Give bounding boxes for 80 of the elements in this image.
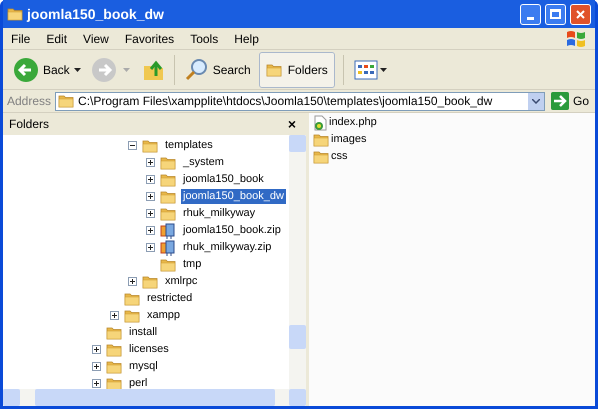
- menu-item[interactable]: Favorites: [124, 30, 174, 48]
- tree-item[interactable]: xampp: [145, 308, 182, 323]
- archive-icon: [160, 222, 176, 238]
- chevron-down-icon: [532, 98, 540, 104]
- folder-icon: [124, 292, 140, 306]
- expand-toggle[interactable]: [110, 311, 119, 320]
- go-button[interactable]: Go: [548, 92, 591, 110]
- folder-icon: [106, 326, 122, 340]
- search-button[interactable]: Search: [182, 52, 253, 86]
- expand-toggle[interactable]: [146, 158, 155, 167]
- caret-icon: [122, 68, 130, 72]
- caret-icon: [74, 68, 81, 72]
- folder-icon: [142, 274, 158, 288]
- tree-item[interactable]: joomla150_book_dw: [181, 189, 286, 204]
- expand-toggle[interactable]: [146, 209, 155, 218]
- folder-icon: [142, 138, 158, 152]
- menu-item[interactable]: Tools: [190, 30, 218, 48]
- folder-icon: [106, 342, 122, 356]
- expand-toggle[interactable]: [92, 362, 101, 371]
- back-button[interactable]: Back: [9, 52, 85, 86]
- tree-item[interactable]: joomla150_book.zip: [181, 223, 283, 238]
- menu-item[interactable]: File: [11, 30, 30, 48]
- expand-toggle[interactable]: [128, 277, 137, 286]
- expand-toggle[interactable]: [146, 226, 155, 235]
- dropdown-button[interactable]: [528, 92, 544, 110]
- close-button[interactable]: [570, 4, 591, 24]
- folder-icon: [160, 172, 176, 186]
- expand-toggle[interactable]: [146, 192, 155, 201]
- tree-item[interactable]: install: [127, 325, 160, 340]
- go-arrow-icon: [550, 92, 569, 110]
- list-entry[interactable]: images: [331, 131, 366, 148]
- expand-toggle[interactable]: [146, 243, 155, 252]
- close-icon: [575, 8, 586, 20]
- archive-icon: [160, 240, 176, 256]
- folders-icon: [266, 62, 282, 76]
- windows-logo-icon: [565, 28, 587, 48]
- tree-item[interactable]: _system: [181, 155, 226, 170]
- folder-icon: [160, 190, 176, 204]
- folder-icon: [160, 156, 176, 170]
- minimize-button[interactable]: [520, 4, 541, 24]
- address-field[interactable]: C:\Program Files\xampplite\htdocs\Joomla150\templates\joomla150_book_dw: [55, 92, 545, 110]
- expand-toggle[interactable]: [92, 379, 101, 388]
- folder-icon: [160, 206, 176, 220]
- tree-item[interactable]: perl: [127, 376, 150, 389]
- menu-item[interactable]: Help: [234, 30, 259, 48]
- collapse-toggle[interactable]: [128, 141, 137, 150]
- maximize-button[interactable]: [545, 4, 566, 24]
- expand-toggle[interactable]: [92, 345, 101, 354]
- expand-toggle[interactable]: [146, 175, 155, 184]
- search-icon: [184, 58, 209, 82]
- close-pane-button[interactable]: ×: [284, 117, 300, 131]
- tree-item[interactable]: licenses: [127, 342, 171, 357]
- menu-item[interactable]: Edit: [46, 30, 68, 48]
- folder-icon: [106, 360, 122, 374]
- folder-icon: [313, 150, 329, 164]
- window-title: joomla150_book_dw: [27, 4, 165, 24]
- tree-item[interactable]: xmlrpc: [163, 274, 200, 289]
- folders-button[interactable]: Folders: [258, 52, 335, 88]
- window-folder-icon: [7, 7, 23, 21]
- tree-item[interactable]: rhuk_milkyway: [181, 206, 258, 221]
- caret-icon: [380, 68, 387, 72]
- folder-icon: [313, 132, 329, 146]
- list-entry[interactable]: index.php: [329, 114, 377, 131]
- folder-icon: [124, 308, 140, 322]
- menu-item[interactable]: View: [83, 30, 109, 48]
- list-entry[interactable]: css: [331, 148, 348, 165]
- folder-icon: [160, 258, 176, 272]
- folder-icon: [106, 376, 122, 389]
- tree-item[interactable]: joomla150_book: [181, 172, 266, 187]
- address-label: Address: [7, 93, 52, 110]
- views-icon: [354, 60, 378, 80]
- tree-item[interactable]: tmp: [181, 257, 204, 272]
- folder-icon: [58, 94, 74, 108]
- tree-item[interactable]: rhuk_milkyway.zip: [181, 240, 274, 255]
- tree-item[interactable]: mysql: [127, 359, 160, 374]
- horizontal-scrollbar[interactable]: [3, 389, 306, 406]
- tree-item[interactable]: templates: [163, 138, 215, 153]
- pane-title: Folders: [9, 116, 50, 133]
- tree-item[interactable]: restricted: [145, 291, 194, 306]
- vertical-scrollbar[interactable]: [289, 135, 306, 389]
